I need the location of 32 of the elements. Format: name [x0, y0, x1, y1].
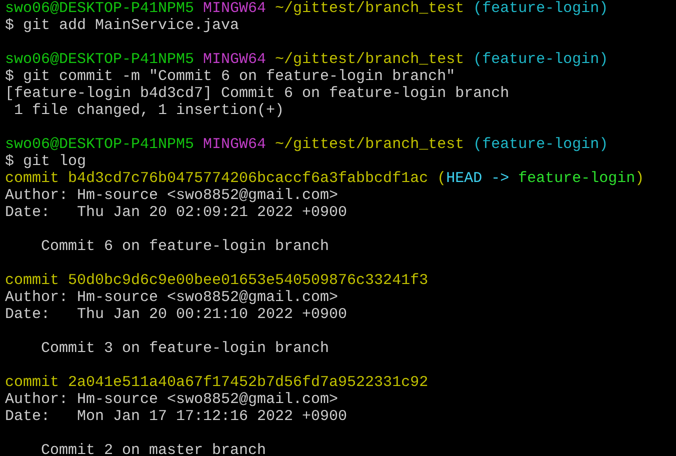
- terminal-line: $ git add MainService.java: [5, 17, 240, 34]
- terminal-line: Date: Thu Jan 20 00:21:10 2022 +0900: [5, 306, 348, 323]
- prompt-system: MINGW64: [202, 0, 266, 17]
- commit-text: ): [635, 170, 644, 187]
- terminal-line: Commit 2 on master branch: [40, 442, 266, 456]
- commit-text: commit 50d0bc9d6c9e00bee01653e540509876c33241f3: [5, 272, 428, 289]
- terminal-line: 1 file changed, 1 insertion(+): [13, 102, 284, 119]
- terminal-line: Date: Thu Jan 20 02:09:21 2022 +0900: [5, 204, 348, 221]
- prompt-user-host: swo06@DESKTOP-P41NPM5: [5, 136, 194, 153]
- prompt-path: ~/gittest/branch_test: [274, 0, 464, 17]
- prompt-user-host: swo06@DESKTOP-P41NPM5: [5, 0, 194, 17]
- prompt-branch: (feature-login): [472, 0, 608, 17]
- head-ref: HEAD ->: [446, 170, 510, 187]
- terminal-line: [feature-login b4d3cd7] Commit 6 on feature-login branch: [5, 85, 510, 102]
- prompt-branch: (feature-login): [472, 136, 608, 153]
- branch-ref: feature-login: [517, 170, 636, 187]
- prompt-system: MINGW64: [202, 51, 266, 68]
- prompt-path: ~/gittest/branch_test: [274, 136, 464, 153]
- terminal-line: Author: Hm-source <swo8852@gmail.com>: [5, 187, 338, 204]
- prompt-branch: (feature-login): [472, 51, 608, 68]
- prompt-path: ~/gittest/branch_test: [274, 51, 464, 68]
- prompt-user-host: swo06@DESKTOP-P41NPM5: [5, 51, 194, 68]
- terminal-line: Author: Hm-source <swo8852@gmail.com>: [5, 289, 338, 306]
- terminal-line: Commit 3 on feature-login branch: [40, 340, 330, 357]
- terminal-line: $ git commit -m "Commit 6 on feature-login branch": [5, 68, 456, 85]
- terminal-line: Date: Mon Jan 17 17:12:16 2022 +0900: [5, 408, 348, 425]
- terminal-line: $ git log: [5, 153, 86, 170]
- commit-text: commit 2a041e511a40a67f17452b7d56fd7a9522331c92: [5, 374, 428, 391]
- prompt-system: MINGW64: [202, 136, 266, 153]
- commit-text: commit b4d3cd7c76b0475774206bcaccf6a3fabbcdf1ac (: [5, 170, 446, 187]
- terminal-line: Commit 6 on feature-login branch: [40, 238, 330, 255]
- terminal-line: Author: Hm-source <swo8852@gmail.com>: [5, 391, 338, 408]
